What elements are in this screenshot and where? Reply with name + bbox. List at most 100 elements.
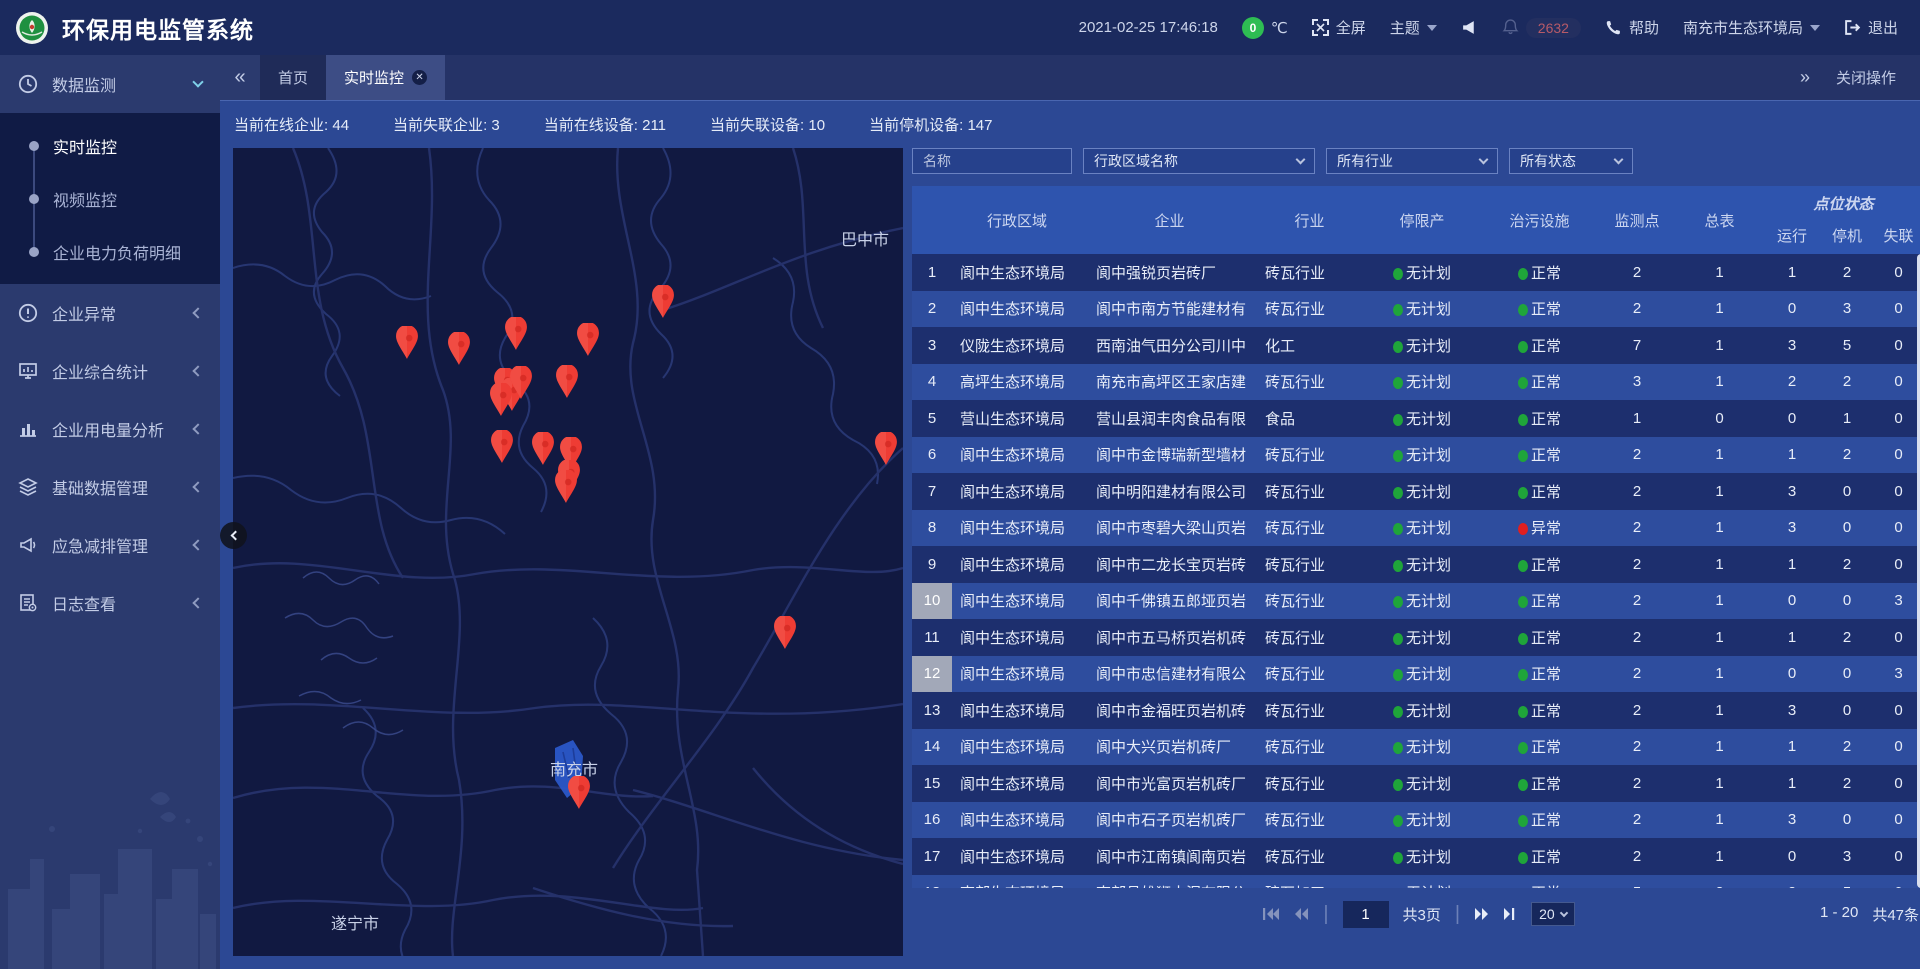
col-header-industry: 行业 <box>1257 186 1362 254</box>
row-run-cell: 1 <box>1762 556 1822 573</box>
row-stop-cell: 无计划 <box>1362 590 1482 611</box>
table-row[interactable]: 13 阆中生态环境局 阆中市金福旺页岩机砖 砖瓦行业 无计划 正常 2 1 3 … <box>912 692 1920 729</box>
notification-count-badge: 2632 <box>1526 18 1581 38</box>
table-row[interactable]: 3 仪陇生态环境局 西南油气田分公司川中 化工 无计划 正常 7 1 3 5 0 <box>912 327 1920 364</box>
tab-realtime-monitor[interactable]: 实时监控 ✕ <box>326 55 445 100</box>
status-filter-select[interactable]: 所有状态 <box>1509 148 1633 174</box>
row-facility-cell: 正常 <box>1482 408 1597 429</box>
status-dot-icon <box>1518 706 1528 718</box>
row-facility-cell: 正常 <box>1482 700 1597 721</box>
status-dot-icon <box>1393 414 1403 426</box>
table-row[interactable]: 12 阆中生态环境局 阆中市忠信建材有限公 砖瓦行业 无计划 正常 2 1 0 … <box>912 656 1920 693</box>
row-lost-cell: 0 <box>1872 556 1920 573</box>
gauge-icon <box>18 74 38 94</box>
sidebar-item-enterprise-abnormal[interactable]: 企业异常 <box>0 284 220 342</box>
record-total-label: 共47条 <box>1872 904 1919 925</box>
table-row[interactable]: 18 南部生态环境局 南部县雄狮水泥有限公 碎石加工 无计划 正常 5 2 2 … <box>912 875 1920 889</box>
table-row[interactable]: 2 阆中生态环境局 阆中市南方节能建材有 砖瓦行业 无计划 正常 2 1 0 3… <box>912 291 1920 328</box>
row-district-cell: 阆中生态环境局 <box>952 809 1082 830</box>
row-index-cell: 3 <box>912 327 952 364</box>
scroll-tabs-right-button[interactable]: » <box>1800 67 1810 88</box>
table-row[interactable]: 9 阆中生态环境局 阆中市二龙长宝页岩砖 砖瓦行业 无计划 正常 2 1 1 2… <box>912 546 1920 583</box>
row-facility-cell: 正常 <box>1482 663 1597 684</box>
last-page-button[interactable] <box>1503 907 1517 921</box>
row-run-cell: 1 <box>1762 264 1822 281</box>
row-industry-cell: 食品 <box>1257 408 1362 429</box>
row-stop-cell: 无计划 <box>1362 700 1482 721</box>
row-lost-cell: 0 <box>1872 264 1920 281</box>
first-page-button[interactable] <box>1262 907 1280 921</box>
org-dropdown[interactable]: 南充市生态环境局 <box>1683 17 1820 38</box>
collapse-map-button[interactable] <box>220 522 247 549</box>
row-lost-cell: 0 <box>1872 848 1920 865</box>
row-points-cell: 2 <box>1597 300 1677 317</box>
table-row[interactable]: 1 阆中生态环境局 阆中强锐页岩砖厂 砖瓦行业 无计划 正常 2 1 1 2 0 <box>912 254 1920 291</box>
col-header-facility: 治污设施 <box>1482 186 1597 254</box>
sidebar-item-data-monitoring[interactable]: 数据监测 <box>0 55 220 113</box>
table-row[interactable]: 10 阆中生态环境局 阆中千佛镇五郎垭页岩 砖瓦行业 无计划 正常 2 1 0 … <box>912 583 1920 620</box>
page-number-input[interactable] <box>1343 901 1389 928</box>
notification-indicator[interactable]: 2632 <box>1502 18 1581 38</box>
name-filter-input[interactable] <box>912 148 1072 174</box>
row-index-cell: 6 <box>912 437 952 474</box>
sidebar-item-base-data[interactable]: 基础数据管理 <box>0 458 220 516</box>
row-points-cell: 2 <box>1597 264 1677 281</box>
scroll-tabs-left-button[interactable]: « <box>220 55 260 100</box>
industry-filter-select[interactable]: 所有行业 <box>1326 148 1498 174</box>
sidebar-item-power-analysis[interactable]: 企业用电量分析 <box>0 400 220 458</box>
table-row[interactable]: 4 高坪生态环境局 南充市高坪区王家店建 砖瓦行业 无计划 正常 3 1 2 2… <box>912 364 1920 401</box>
row-facility-cell: 正常 <box>1482 627 1597 648</box>
row-lost-cell: 0 <box>1872 300 1920 317</box>
row-points-cell: 2 <box>1597 811 1677 828</box>
theme-dropdown[interactable]: 主题 <box>1390 17 1437 38</box>
table-row[interactable]: 17 阆中生态环境局 阆中市江南镇阆南页岩 砖瓦行业 无计划 正常 2 1 0 … <box>912 838 1920 875</box>
row-index-cell: 12 <box>912 656 952 693</box>
sidebar-item-power-load-detail[interactable]: 企业电力负荷明细 <box>0 225 220 278</box>
row-points-cell: 7 <box>1597 337 1677 354</box>
row-index-cell: 16 <box>912 802 952 839</box>
tab-home[interactable]: 首页 <box>260 55 326 100</box>
table-row[interactable]: 14 阆中生态环境局 阆中大兴页岩机砖厂 砖瓦行业 无计划 正常 2 1 1 2… <box>912 729 1920 766</box>
table-row[interactable]: 8 阆中生态环境局 阆中市枣碧大梁山页岩 砖瓦行业 无计划 异常 2 1 3 0… <box>912 510 1920 547</box>
region-filter-select[interactable]: 行政区域名称 <box>1083 148 1315 174</box>
temperature-unit: ℃ <box>1271 19 1288 37</box>
prev-page-button[interactable] <box>1294 907 1309 921</box>
sidebar-item-log-view[interactable]: 日志查看 <box>0 574 220 632</box>
status-dot-icon <box>1393 815 1403 827</box>
row-district-cell: 仪陇生态环境局 <box>952 335 1082 356</box>
close-tab-icon[interactable]: ✕ <box>412 70 427 85</box>
sidebar-item-realtime-monitor[interactable]: 实时监控 <box>0 119 220 172</box>
row-run-cell: 1 <box>1762 738 1822 755</box>
map-canvas[interactable]: 巴中市南充市遂宁市 <box>233 148 903 956</box>
logout-button[interactable]: 退出 <box>1844 17 1898 38</box>
sidebar-item-enterprise-statistics[interactable]: 企业综合统计 <box>0 342 220 400</box>
status-dot-icon <box>1393 779 1403 791</box>
datetime-label: 2021-02-25 17:46:18 <box>1079 19 1218 36</box>
table-row[interactable]: 6 阆中生态环境局 阆中市金博瑞新型墙材 砖瓦行业 无计划 正常 2 1 1 2… <box>912 437 1920 474</box>
status-dot-icon <box>1393 377 1403 389</box>
table-row[interactable]: 11 阆中生态环境局 阆中市五马桥页岩机砖 砖瓦行业 无计划 正常 2 1 1 … <box>912 619 1920 656</box>
status-dot-icon <box>1393 706 1403 718</box>
sound-toggle[interactable] <box>1461 19 1478 36</box>
help-button[interactable]: 帮助 <box>1605 17 1659 38</box>
close-operations-button[interactable]: 关闭操作 <box>1836 67 1896 88</box>
row-total-cell: 1 <box>1677 300 1762 317</box>
page-size-select[interactable]: 20 <box>1531 902 1575 926</box>
sidebar-item-emergency-reduction[interactable]: 应急减排管理 <box>0 516 220 574</box>
sidebar-item-video-monitor[interactable]: 视频监控 <box>0 172 220 225</box>
next-page-button[interactable] <box>1474 907 1489 921</box>
map-panel[interactable]: 巴中市南充市遂宁市 <box>233 148 903 956</box>
table-row[interactable]: 7 阆中生态环境局 阆中明阳建材有限公司 砖瓦行业 无计划 正常 2 1 3 0… <box>912 473 1920 510</box>
row-industry-cell: 砖瓦行业 <box>1257 517 1362 538</box>
layers-icon <box>18 477 38 497</box>
status-dot-icon <box>1518 779 1528 791</box>
fullscreen-button[interactable]: 全屏 <box>1312 17 1366 38</box>
col-header-index <box>912 186 952 254</box>
table-row[interactable]: 15 阆中生态环境局 阆中市光富页岩机砖厂 砖瓦行业 无计划 正常 2 1 1 … <box>912 765 1920 802</box>
enterprise-table-panel: 行政区域名称 所有行业 所有状态 行政区域 企业 <box>912 148 1920 955</box>
table-row[interactable]: 5 营山生态环境局 营山县润丰肉食品有限 食品 无计划 正常 1 0 0 1 0 <box>912 400 1920 437</box>
table-row[interactable]: 16 阆中生态环境局 阆中市石子页岩机砖厂 砖瓦行业 无计划 正常 2 1 3 … <box>912 802 1920 839</box>
row-total-cell: 1 <box>1677 483 1762 500</box>
row-index-cell: 17 <box>912 838 952 875</box>
row-enterprise-cell: 阆中市五马桥页岩机砖 <box>1082 627 1257 648</box>
